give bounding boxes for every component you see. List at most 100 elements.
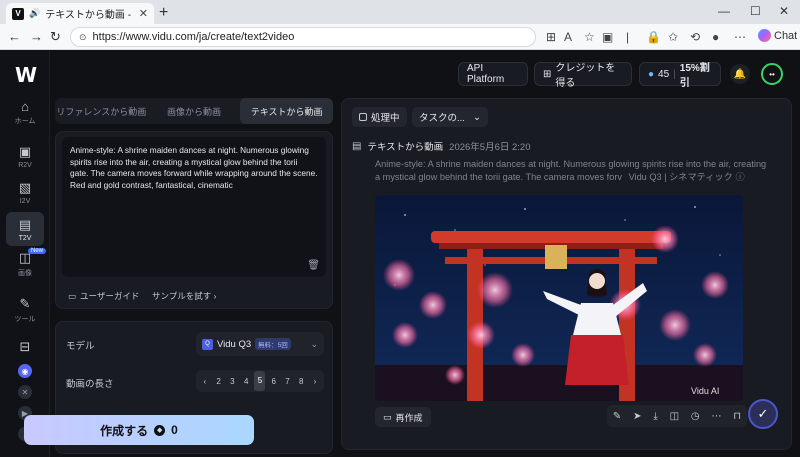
length-option[interactable]: 2	[213, 377, 224, 386]
refresh-icon[interactable]: ↻	[50, 29, 61, 45]
processing-label: 処理中	[371, 113, 400, 124]
apps-icon[interactable]: ⊞	[546, 30, 556, 44]
chevron-right-icon: ›	[213, 291, 217, 301]
url-text: https://www.vidu.com/ja/create/text2vide…	[92, 31, 295, 43]
user-guide-label: ユーザーガイド	[80, 291, 140, 301]
prompt-input[interactable]: Anime-style: A shrine maiden dances at n…	[62, 137, 326, 277]
reference-icon: ▣	[18, 143, 32, 159]
bookmark-icon[interactable]: ⊓	[733, 411, 741, 422]
video-frame: Vidu AI	[375, 195, 743, 401]
extension-icon[interactable]: ▣	[602, 30, 613, 44]
copilot-button[interactable]: Chat	[758, 29, 797, 42]
video-preview[interactable]: Vidu AI	[375, 195, 743, 401]
user-guide-link[interactable]: ▭ ユーザーガイド	[68, 290, 139, 302]
task-type-icon: ▤	[352, 140, 362, 152]
tab-text-to-video[interactable]: テキストから動画	[240, 98, 334, 124]
vidu-app: W ⌂ ホーム ▣ R2V ▧ I2V ▤ T2V ◫ 画像 New ✎ ツール…	[0, 51, 800, 457]
task-date: 2026年5月6日 2:20	[449, 142, 531, 153]
minimize-icon[interactable]: —	[718, 4, 730, 18]
length-option[interactable]: 4	[241, 377, 252, 386]
sidebar-item-i2v[interactable]: ▧ I2V	[6, 175, 44, 209]
length-option[interactable]: 7	[282, 377, 293, 386]
clock-icon[interactable]: ◷	[691, 411, 700, 422]
download-icon[interactable]: ⤓	[653, 411, 657, 422]
divider: |	[664, 171, 667, 182]
mode-tabs: リファレンスから動画 画像から動画 テキストから動画	[55, 98, 334, 124]
sidebar-item-tools[interactable]: ✎ ツール	[6, 293, 44, 327]
url-field[interactable]: ⊙ https://www.vidu.com/ja/create/text2vi…	[70, 27, 536, 47]
sidebar-item-home[interactable]: ⌂ ホーム	[6, 95, 44, 129]
try-sample-label: サンプルを試す	[152, 291, 212, 301]
read-aloud-icon[interactable]: A	[564, 30, 572, 44]
discord-icon[interactable]: ◉	[18, 364, 32, 378]
processing-filter[interactable]: 処理中	[352, 107, 407, 127]
share-icon[interactable]: ➤	[633, 411, 641, 422]
x-icon[interactable]: ✕	[18, 385, 32, 399]
model-name: Vidu Q3	[217, 338, 252, 350]
sidebar-item-image[interactable]: ◫ 画像 New	[6, 247, 47, 281]
divider: |	[673, 68, 676, 80]
length-option-selected[interactable]: 5	[254, 371, 266, 391]
get-credits-button[interactable]: ⊞ クレジットを得る	[534, 62, 632, 89]
trash-icon[interactable]: 🗑	[307, 260, 320, 271]
sidebar-item-r2v[interactable]: ▣ R2V	[6, 139, 44, 173]
api-platform-button[interactable]: API Platform	[458, 62, 528, 86]
image-icon: ▧	[18, 179, 32, 195]
book-icon: ▭	[68, 290, 77, 301]
regenerate-icon: ▭	[383, 411, 392, 422]
length-selector: ‹ 2 3 4 5 6 7 8 ›	[196, 370, 324, 392]
tab-image-to-video[interactable]: 画像から動画	[148, 98, 241, 124]
close-window-icon[interactable]: ✕	[779, 4, 789, 18]
maximize-icon[interactable]: ☐	[750, 4, 761, 18]
more-icon[interactable]: ⋯	[734, 30, 746, 44]
credit-count: 45	[658, 68, 670, 80]
task-status-icon[interactable]: ✓	[748, 399, 778, 429]
length-option[interactable]: 6	[268, 377, 279, 386]
model-select[interactable]: Q Vidu Q3 無料：5回 ⌄	[196, 332, 324, 356]
sidebar-item-collapse[interactable]: ⊟	[6, 337, 44, 357]
favorites-bar-icon[interactable]: ✩	[668, 30, 678, 44]
sidebar-item-label: ホーム	[14, 117, 36, 125]
new-tab-icon[interactable]: +	[159, 4, 168, 22]
edit-icon[interactable]: ✎	[613, 411, 621, 422]
credits-badge[interactable]: ● 45 | 15%割引	[639, 62, 721, 89]
create-button[interactable]: 作成する ◆ 0	[24, 415, 254, 445]
copilot-label: Chat	[774, 29, 798, 42]
sidebar-item-t2v[interactable]: ▤ T2V	[6, 212, 44, 246]
avatar[interactable]: ••	[761, 63, 783, 85]
info-icon[interactable]: ⓘ	[735, 172, 744, 182]
tab-reference-to-video[interactable]: リファレンスから動画	[55, 98, 148, 124]
site-info-icon[interactable]: ⊙	[79, 32, 87, 43]
task-model: Vidu Q3	[628, 171, 662, 182]
sidebar-item-label: I2V	[19, 197, 31, 205]
length-option[interactable]: 3	[227, 377, 238, 386]
prompt-box: Anime-style: A shrine maiden dances at n…	[55, 131, 333, 309]
vidu-logo[interactable]: W	[15, 63, 37, 87]
browser-tab[interactable]: V 🔊 テキストから動画 - AIジェネレータ ✕	[6, 3, 154, 24]
forward-icon[interactable]: →	[30, 29, 43, 44]
history-icon[interactable]: ⟲	[690, 30, 700, 44]
speaker-icon[interactable]: 🔊	[29, 8, 40, 19]
try-sample-link[interactable]: サンプルを試す ›	[152, 290, 216, 302]
collapse-icon: ⊟	[19, 339, 31, 354]
home-icon: ⌂	[21, 98, 29, 114]
task-filter-dropdown[interactable]: タスクの... ⌄	[412, 107, 488, 127]
discount-label: 15%割引	[679, 63, 710, 89]
regenerate-button[interactable]: ▭ 再作成	[375, 407, 431, 427]
compare-icon[interactable]: ◫	[670, 411, 679, 422]
api-platform-label: API Platform	[467, 63, 505, 85]
bell-icon[interactable]: 🔔	[730, 64, 750, 84]
back-icon[interactable]: ←	[8, 29, 21, 44]
divider-icon: |	[626, 30, 630, 44]
length-option[interactable]: 8	[296, 377, 307, 386]
free-badge: 無料：5回	[255, 338, 291, 350]
length-prev-icon[interactable]: ‹	[199, 377, 210, 386]
favorite-icon[interactable]: ☆	[584, 30, 595, 44]
sidebar-item-label: R2V	[18, 161, 32, 169]
close-tab-icon[interactable]: ✕	[139, 7, 148, 20]
length-label: 動画の長さ	[66, 379, 114, 390]
length-next-icon[interactable]: ›	[310, 377, 321, 386]
more-icon[interactable]: ⋯	[711, 411, 721, 422]
lock-extension-icon[interactable]: 🔒	[646, 30, 661, 44]
profile-icon[interactable]: ●	[712, 30, 719, 44]
